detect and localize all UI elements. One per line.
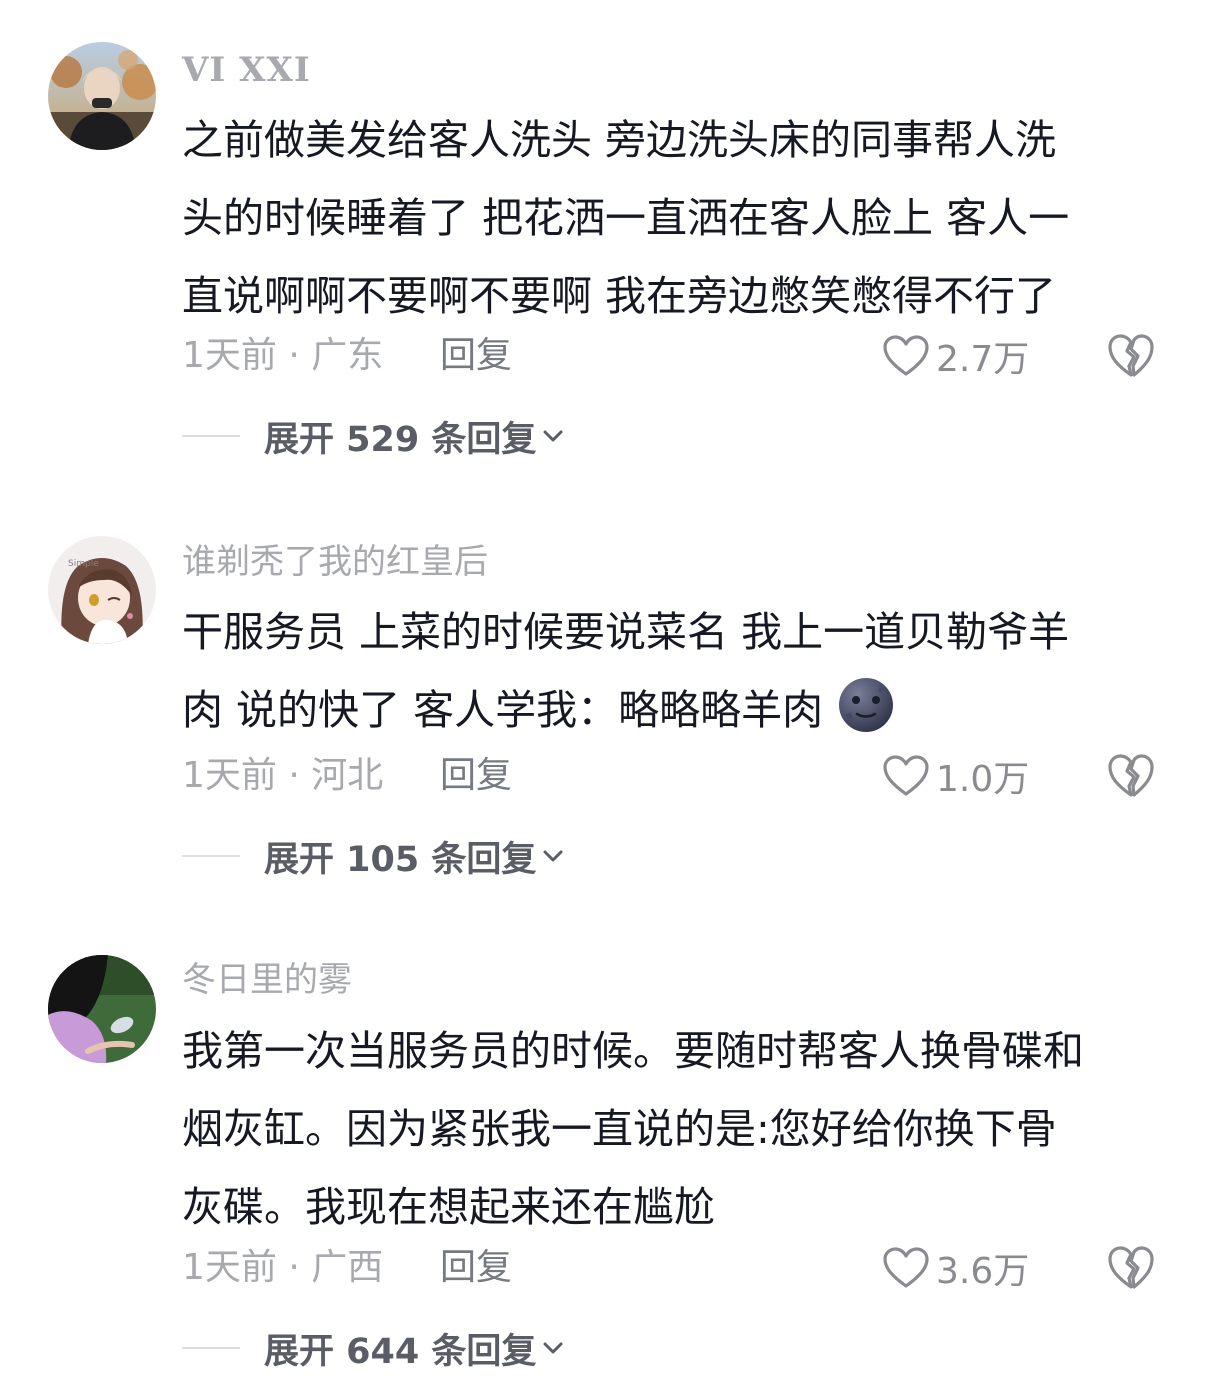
chevron-down-icon: [543, 1342, 563, 1354]
heart-outline-icon: [883, 755, 929, 796]
comment-text: 之前做美发给客人洗头 旁边洗头床的同事帮人洗 头的时候睡着了 把花洒一直洒在客人…: [182, 101, 1162, 335]
username[interactable]: 冬日里的雾: [182, 958, 352, 1002]
like-count: 3.6万: [936, 1251, 1030, 1292]
expand-replies-button[interactable]: 展开 529 条回复: [182, 414, 566, 460]
comment-feed: VI XXI 之前做美发给客人洗头 旁边洗头床的同事帮人洗 头的时候睡着了 把花…: [0, 0, 1206, 1396]
moon-face-emoji-icon: [837, 676, 895, 734]
comment-meta: 1天前 · 广东: [182, 335, 384, 376]
avatar[interactable]: Simple: [48, 536, 156, 644]
dislike-button[interactable]: [1106, 751, 1156, 799]
expand-replies-button[interactable]: 展开 105 条回复: [182, 834, 566, 880]
expand-replies-button[interactable]: 展开 644 条回复: [182, 1326, 566, 1372]
dislike-button[interactable]: [1106, 331, 1156, 379]
expand-replies-label: 展开 529 条回复: [264, 419, 537, 460]
like-count: 1.0万: [936, 759, 1030, 800]
username[interactable]: VI XXI: [182, 48, 311, 92]
divider: [182, 435, 240, 437]
chevron-down-icon: [543, 850, 563, 862]
dislike-button[interactable]: [1106, 1243, 1156, 1291]
broken-heart-icon: [1108, 334, 1154, 377]
reply-button[interactable]: 回复: [440, 334, 512, 378]
broken-heart-icon: [1108, 754, 1154, 797]
avatar[interactable]: [48, 955, 156, 1063]
comment-line: 干服务员 上菜的时候要说菜名 我上一道贝勒爷羊: [182, 608, 1070, 656]
comment-line: 烟灰缸。因为紧张我一直说的是:您好给你换下骨: [182, 1105, 1057, 1153]
user-avatar-photo-icon: [48, 42, 156, 150]
comment-line: 之前做美发给客人洗头 旁边洗头床的同事帮人洗: [182, 116, 1057, 164]
comment-line: 灰碟。我现在想起来还在尴尬: [182, 1183, 715, 1231]
reply-button[interactable]: 回复: [440, 1246, 512, 1290]
divider: [182, 1347, 240, 1349]
like-count: 2.7万: [936, 339, 1030, 380]
heart-outline-icon: [883, 1247, 929, 1288]
expand-replies-label: 展开 105 条回复: [264, 839, 537, 880]
expand-replies-label: 展开 644 条回复: [264, 1331, 537, 1372]
comment-line: 直说啊啊不要啊不要啊 我在旁边憋笑憋得不行了: [182, 272, 1057, 320]
anime-avatar-icon: Simple: [48, 536, 156, 644]
heart-outline-icon: [883, 335, 929, 376]
comment-text: 我第一次当服务员的时候。要随时帮客人换骨碟和 烟灰缸。因为紧张我一直说的是:您好…: [182, 1012, 1162, 1246]
divider: [182, 855, 240, 857]
comment-meta: 1天前 · 河北: [182, 755, 384, 796]
comment-meta: 1天前 · 广西: [182, 1247, 384, 1288]
like-button[interactable]: 2.7万: [882, 332, 1029, 380]
avatar-badge: Simple: [68, 559, 99, 569]
broken-heart-icon: [1108, 1246, 1154, 1289]
chevron-down-icon: [543, 430, 563, 442]
like-button[interactable]: 1.0万: [882, 752, 1029, 800]
username[interactable]: 谁剃秃了我的红皇后: [182, 540, 488, 584]
user-avatar-photo-icon: [48, 955, 156, 1063]
avatar[interactable]: [48, 42, 156, 150]
comment-line: 我第一次当服务员的时候。要随时帮客人换骨碟和: [182, 1027, 1084, 1075]
like-button[interactable]: 3.6万: [882, 1244, 1029, 1292]
comment-line: 头的时候睡着了 把花洒一直洒在客人脸上 客人一: [182, 194, 1070, 242]
reply-button[interactable]: 回复: [440, 754, 512, 798]
comment-line: 肉 说的快了 客人学我：略略略羊肉: [182, 686, 824, 734]
comment-text: 干服务员 上菜的时候要说菜名 我上一道贝勒爷羊 肉 说的快了 客人学我：略略略羊…: [182, 593, 1162, 749]
